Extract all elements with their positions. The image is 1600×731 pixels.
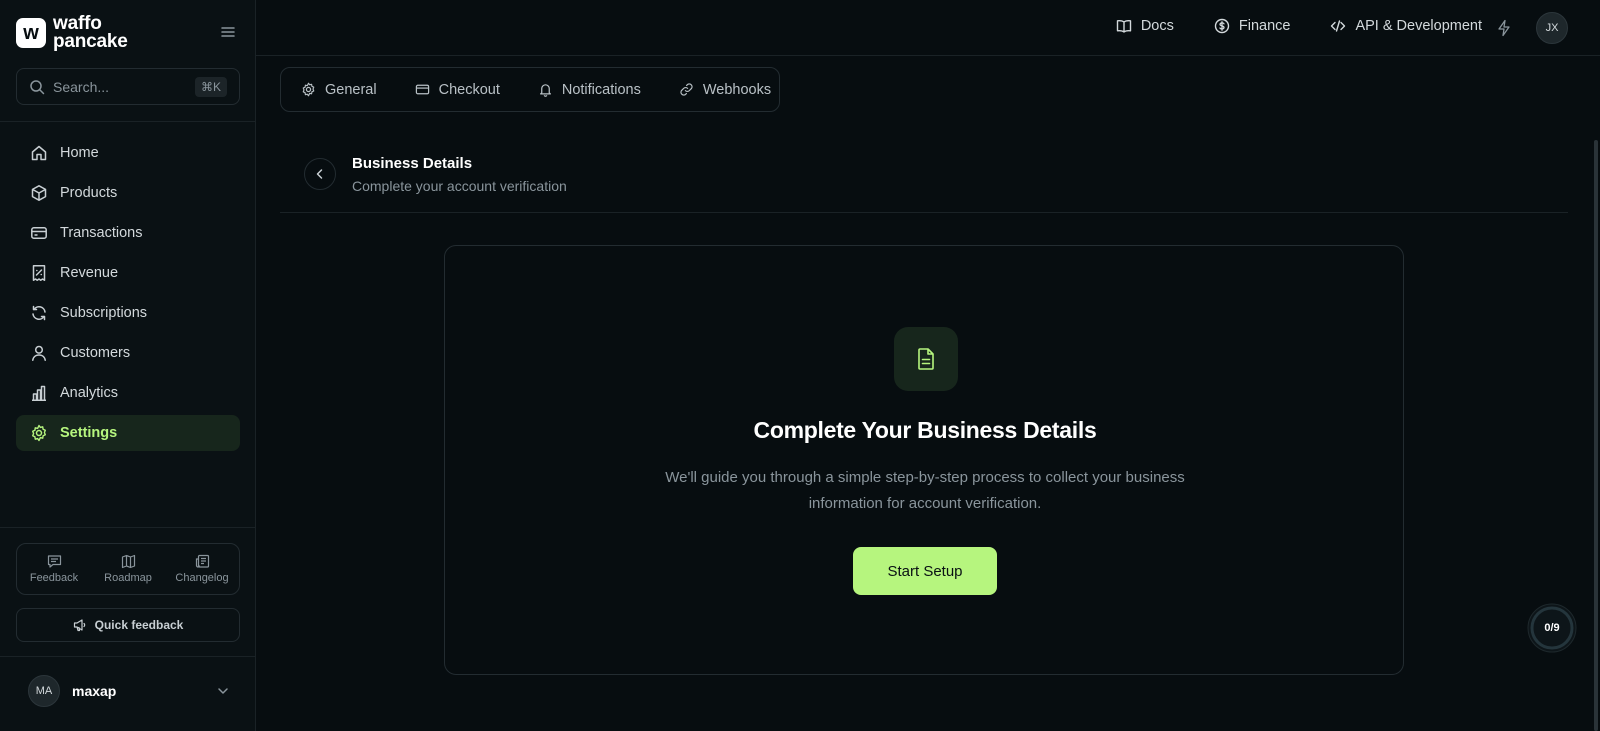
docs-label: Docs: [1140, 18, 1174, 34]
box-icon: [31, 185, 47, 201]
top-bar: Docs Finance API & Development JX: [256, 0, 1600, 56]
user-name: maxap: [72, 683, 117, 699]
chevron-down-icon: [218, 688, 228, 694]
document-icon: [894, 327, 958, 391]
sidebar-item-label: Home: [60, 145, 99, 161]
start-setup-button[interactable]: Start Setup: [853, 547, 997, 595]
bolt-icon[interactable]: [1496, 19, 1512, 37]
menu-icon[interactable]: [220, 24, 236, 40]
logo-mark: w: [16, 18, 46, 48]
sidebar-divider: [0, 527, 256, 528]
search-icon: [30, 80, 45, 95]
tab-label: Checkout: [438, 81, 500, 98]
card-description: We'll guide you through a simple step-by…: [665, 469, 1185, 512]
sidebar-item-products[interactable]: Products: [16, 175, 240, 211]
finance-link[interactable]: Finance: [1214, 18, 1291, 34]
tab-checkout[interactable]: Checkout: [415, 82, 500, 98]
header-links: Docs Finance API & Development: [1076, 18, 1482, 34]
scrollbar-thumb[interactable]: [1594, 140, 1598, 731]
link-icon: [680, 83, 693, 96]
sidebar: w waffo pancake ⌘K Home: [0, 0, 256, 731]
map-icon: [121, 554, 135, 569]
dollar-circle-icon: [1214, 18, 1230, 34]
finance-label: Finance: [1238, 18, 1291, 34]
bar-chart-icon: [32, 385, 46, 401]
sidebar-divider: [0, 121, 256, 122]
page-divider: [280, 212, 1568, 213]
tab-label: Webhooks: [702, 81, 772, 98]
code-icon: [1331, 20, 1346, 32]
business-details-card: Complete Your Business Details We'll gui…: [444, 245, 1404, 675]
sidebar-item-revenue[interactable]: Revenue: [16, 255, 240, 291]
sidebar-item-label: Settings: [60, 425, 118, 441]
header-avatar[interactable]: JX: [1536, 12, 1568, 44]
gear-icon: [32, 424, 46, 442]
message-icon: [47, 555, 61, 568]
tab-webhooks[interactable]: Webhooks: [679, 82, 771, 98]
page-title: Business Details: [352, 155, 473, 172]
settings-tabs: General Checkout Notifications Webhooks: [280, 67, 780, 112]
setup-progress[interactable]: 0/9: [1527, 603, 1577, 653]
roadmap-link[interactable]: Roadmap: [91, 544, 165, 594]
tab-notifications[interactable]: Notifications: [538, 82, 641, 98]
logo-line-2: pancake: [53, 31, 128, 52]
book-icon: [1116, 19, 1132, 33]
api-development-link[interactable]: API & Development: [1330, 18, 1482, 34]
card-icon: [415, 84, 429, 95]
sidebar-item-label: Products: [60, 185, 118, 201]
sidebar-item-settings[interactable]: Settings: [16, 415, 240, 451]
chevron-left-icon: [316, 169, 323, 179]
sidebar-bottom-links: Feedback Roadmap Changelog: [16, 543, 240, 595]
quick-feedback-button[interactable]: Quick feedback: [16, 608, 240, 642]
newspaper-icon: [195, 554, 209, 568]
app-root: w waffo pancake ⌘K Home: [0, 0, 1600, 731]
search-shortcut: ⌘K: [194, 77, 227, 97]
home-icon: [31, 145, 47, 161]
tab-label: Notifications: [561, 81, 641, 98]
receipt-icon: [32, 265, 46, 281]
back-button[interactable]: [304, 158, 336, 190]
sidebar-nav: Home Products Transactions Revenue Subsc…: [16, 135, 240, 455]
gear-icon: [302, 82, 315, 97]
sidebar-divider: [0, 656, 256, 657]
search-box[interactable]: ⌘K: [16, 68, 240, 105]
sidebar-item-label: Subscriptions: [60, 305, 148, 321]
sidebar-item-label: Revenue: [60, 265, 119, 281]
changelog-link[interactable]: Changelog: [165, 544, 239, 594]
bell-icon: [539, 84, 551, 97]
search-input[interactable]: [53, 77, 193, 97]
feedback-link[interactable]: Feedback: [17, 544, 91, 594]
user-icon: [32, 345, 46, 361]
page-subtitle: Complete your account verification: [352, 178, 567, 194]
progress-label: 0/9: [1544, 622, 1560, 634]
tab-general[interactable]: General: [301, 82, 377, 98]
card-title: Complete Your Business Details: [753, 417, 1097, 443]
sidebar-item-label: Transactions: [60, 225, 143, 241]
avatar: MA: [28, 675, 60, 707]
sidebar-item-label: Customers: [60, 345, 131, 361]
sidebar-item-transactions[interactable]: Transactions: [16, 215, 240, 251]
sidebar-item-analytics[interactable]: Analytics: [16, 375, 240, 411]
feedback-label: Feedback: [29, 572, 79, 584]
logo-wordmark: waffo pancake: [53, 14, 128, 52]
api-development-label: API & Development: [1355, 18, 1482, 34]
megaphone-icon: [73, 619, 85, 632]
quick-feedback-label: Quick feedback: [94, 618, 184, 632]
user-menu[interactable]: MA maxap: [16, 675, 240, 707]
changelog-label: Changelog: [175, 572, 229, 584]
credit-card-icon: [31, 227, 47, 239]
sidebar-item-customers[interactable]: Customers: [16, 335, 240, 371]
sidebar-item-subscriptions[interactable]: Subscriptions: [16, 295, 240, 331]
docs-link[interactable]: Docs: [1116, 18, 1174, 34]
sidebar-item-label: Analytics: [60, 385, 119, 401]
logo[interactable]: w waffo pancake: [16, 14, 240, 52]
roadmap-label: Roadmap: [104, 572, 152, 584]
sidebar-item-home[interactable]: Home: [16, 135, 240, 171]
refresh-icon: [32, 305, 46, 321]
tab-label: General: [325, 81, 377, 98]
